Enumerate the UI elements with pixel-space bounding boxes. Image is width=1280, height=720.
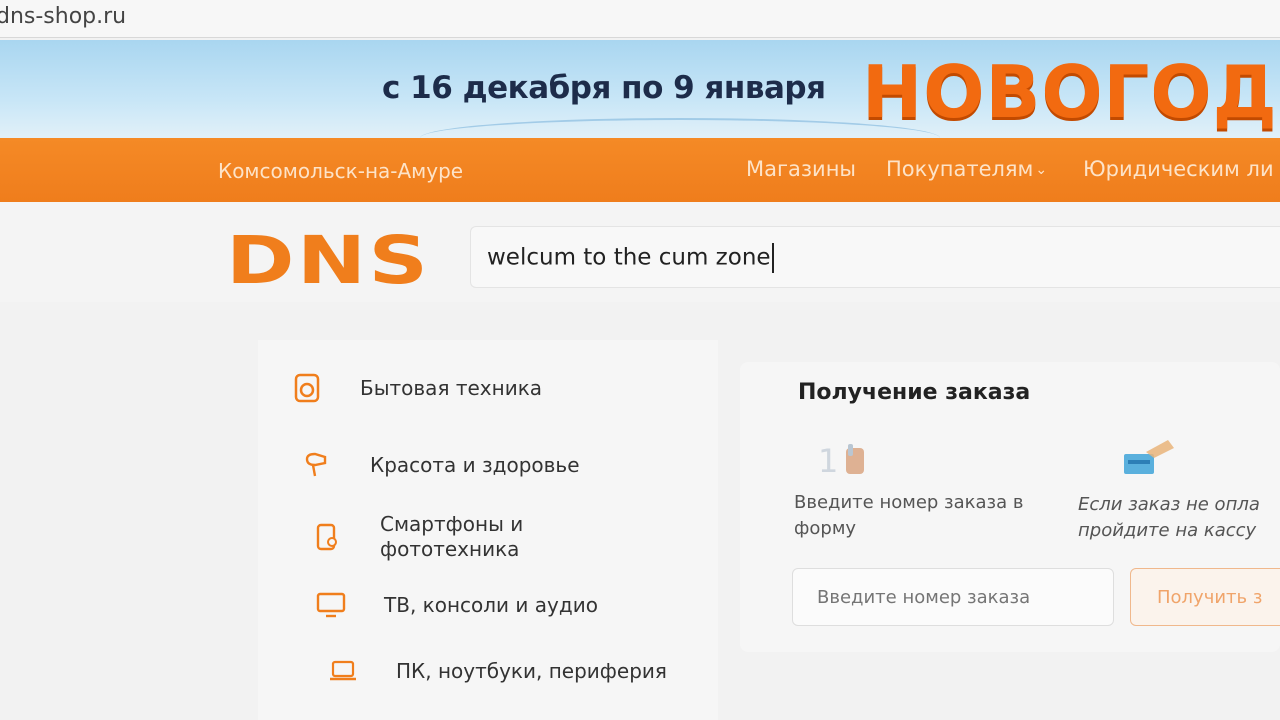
city-selector[interactable]: Комсомольск-на-Амуре <box>218 159 463 183</box>
search-value: welcum to the cum zone <box>487 243 774 273</box>
catalog-item-beauty[interactable]: Красота и здоровье <box>302 450 580 480</box>
promo-banner[interactable]: с 16 декабря по 9 января НОВОГОДНИ <box>0 40 1280 140</box>
get-order-button[interactable]: Получить з <box>1130 568 1280 626</box>
catalog-item-label: Смартфоны и фототехника <box>380 512 524 561</box>
smartphone-icon <box>312 522 342 552</box>
nav-stores-link[interactable]: Магазины <box>746 157 856 181</box>
hair-dryer-icon <box>302 450 332 480</box>
catalog-item-appliances[interactable]: Бытовая техника <box>292 373 542 403</box>
search-input[interactable]: welcum to the cum zone <box>470 226 1280 288</box>
catalog-item-pc[interactable]: ПК, ноутбуки, периферия <box>328 656 667 686</box>
dns-logo[interactable]: DNS <box>226 222 430 299</box>
catalog-item-label: ПК, ноутбуки, периферия <box>396 658 667 683</box>
tv-icon <box>316 590 346 620</box>
order-pickup-panel: Получение заказа 1 Введите номер заказа … <box>740 362 1280 652</box>
laptop-icon <box>328 656 358 686</box>
url-text: dns-shop.ru <box>0 4 127 29</box>
keypad-hand-icon: 1 <box>816 438 876 482</box>
pickup-step-2: Если заказ не опла пройдите на кассу <box>1078 494 1260 541</box>
catalog-item-tv[interactable]: ТВ, консоли и аудио <box>316 590 598 620</box>
catalog-menu: Бытовая техника Красота и здоровье Смарт… <box>258 340 718 720</box>
nav-buyers-menu[interactable]: Покупателям ⌄ <box>886 157 1047 181</box>
pickup-step-1: Введите номер заказа в форму <box>794 492 1024 539</box>
catalog-item-label: Бытовая техника <box>360 375 543 400</box>
promo-dates: с 16 декабря по 9 января <box>382 70 826 106</box>
washing-machine-icon <box>292 373 322 403</box>
browser-address-bar[interactable]: dns-shop.ru <box>0 0 1280 38</box>
catalog-item-label: Красота и здоровье <box>370 452 580 477</box>
site-header: DNS welcum to the cum zone <box>0 202 1280 302</box>
pickup-title: Получение заказа <box>798 380 1031 405</box>
svg-text:1: 1 <box>818 442 838 478</box>
order-number-input[interactable] <box>792 568 1114 626</box>
promo-title: НОВОГОДНИ <box>862 50 1280 134</box>
text-caret <box>771 243 774 273</box>
catalog-item-label: ТВ, консоли и аудио <box>384 592 598 617</box>
card-payment-icon <box>1120 434 1180 482</box>
catalog-item-smartphones[interactable]: Смартфоны и фототехника <box>312 512 560 562</box>
nav-buyers-label: Покупателям <box>886 157 1034 181</box>
chevron-down-icon: ⌄ <box>1035 162 1048 178</box>
nav-legal-link[interactable]: Юридическим ли <box>1083 157 1274 181</box>
top-navigation: Комсомольск-на-Амуре Магазины Покупателя… <box>0 138 1280 202</box>
